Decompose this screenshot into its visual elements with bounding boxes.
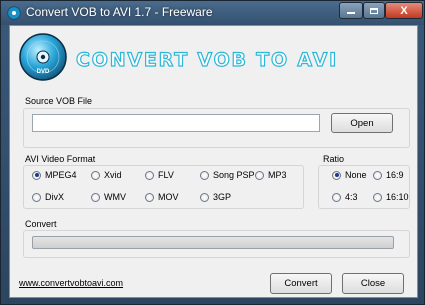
radio-label: 16:9: [386, 170, 404, 180]
radio-flv[interactable]: FLV: [145, 170, 174, 180]
radio-dot: [145, 170, 154, 180]
radio-ratio-4-3[interactable]: 4:3: [332, 192, 358, 202]
radio-song-psp[interactable]: Song PSP: [200, 170, 255, 180]
radio-ratio-16-9[interactable]: 16:9: [373, 170, 404, 180]
radio-label: WMV: [104, 192, 126, 202]
disc-label: DVD: [37, 69, 50, 75]
dvd-disc-logo: DVD: [19, 33, 67, 81]
radio-3gp[interactable]: 3GP: [200, 192, 231, 202]
radio-dot: [255, 170, 264, 180]
radio-label: 4:3: [345, 192, 358, 202]
radio-label: DivX: [45, 192, 65, 202]
source-label: Source VOB File: [25, 96, 93, 106]
radio-label: MOV: [158, 192, 179, 202]
app-window: Convert VOB to AVI 1.7 - Freeware X DVD: [0, 0, 425, 305]
radio-wmv[interactable]: WMV: [91, 192, 126, 202]
radio-label: FLV: [158, 170, 174, 180]
radio-dot: [332, 170, 341, 180]
radio-dot: [200, 192, 209, 202]
radio-dot: [200, 170, 209, 180]
radio-dot: [145, 192, 154, 202]
radio-label: MP3: [268, 170, 287, 180]
radio-label: Xvid: [104, 170, 122, 180]
convert-label: Convert: [25, 219, 57, 229]
radio-mp3[interactable]: MP3: [255, 170, 287, 180]
progress-bar: [32, 236, 394, 249]
radio-label: MPEG4: [45, 170, 77, 180]
convert-button[interactable]: Convert: [270, 273, 332, 294]
radio-ratio-none[interactable]: None: [332, 170, 367, 180]
app-heading: CONVERT VOB TO AVI: [75, 48, 338, 71]
close-window-button[interactable]: X: [385, 2, 423, 19]
radio-xvid[interactable]: Xvid: [91, 170, 122, 180]
radio-dot: [32, 170, 41, 180]
app-icon: [7, 6, 21, 20]
title-bar[interactable]: Convert VOB to AVI 1.7 - Freeware X: [1, 1, 424, 25]
maximize-icon: [370, 7, 378, 14]
close-button[interactable]: Close: [342, 273, 404, 294]
close-icon: X: [400, 4, 408, 17]
radio-dot: [332, 192, 341, 202]
open-button[interactable]: Open: [331, 113, 393, 133]
radio-mpeg4[interactable]: MPEG4: [32, 170, 77, 180]
radio-divx[interactable]: DivX: [32, 192, 64, 202]
radio-dot: [373, 170, 382, 180]
maximize-button[interactable]: [363, 2, 385, 19]
website-link[interactable]: www.convertvobtoavi.com: [19, 278, 123, 288]
radio-label: Song PSP: [213, 170, 255, 180]
radio-dot: [32, 192, 41, 202]
format-label: AVI Video Format: [25, 154, 96, 164]
window-title: Convert VOB to AVI 1.7 - Freeware: [26, 5, 213, 19]
radio-label: 16:10: [386, 192, 409, 202]
radio-dot: [91, 192, 100, 202]
radio-dot: [373, 192, 382, 202]
radio-label: 3GP: [213, 192, 232, 202]
radio-label: None: [345, 170, 367, 180]
radio-dot: [91, 170, 100, 180]
source-file-input[interactable]: [32, 114, 320, 132]
ratio-label: Ratio: [323, 154, 345, 164]
minimize-button[interactable]: [339, 2, 363, 19]
minimize-icon: [347, 12, 355, 14]
radio-ratio-16-10[interactable]: 16:10: [373, 192, 409, 202]
radio-mov[interactable]: MOV: [145, 192, 179, 202]
